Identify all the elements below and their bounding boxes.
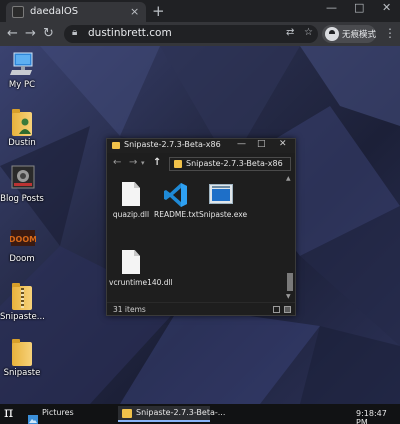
- clock: 9:18:47 PM: [356, 409, 387, 424]
- menu-icon[interactable]: ⋮: [384, 26, 396, 40]
- status-bar: 31 items: [107, 302, 295, 315]
- url-text[interactable]: dustinbrett.com: [88, 27, 172, 39]
- desktop-icon-label: Dustin: [8, 138, 36, 148]
- maximize-button[interactable]: □: [354, 1, 364, 14]
- folder-icon: [112, 142, 120, 149]
- lock-icon[interactable]: 🔒︎: [72, 27, 77, 38]
- desktop-icon-dustin[interactable]: Dustin: [0, 108, 44, 148]
- new-tab-button[interactable]: +: [152, 2, 165, 20]
- taskbar-item-label: Snipaste-2.7.3-Beta-...: [136, 408, 226, 417]
- window-titlebar[interactable]: Snipaste-2.7.3-Beta-x86 — □ ✕: [107, 139, 295, 153]
- history-dropdown-icon[interactable]: ▾: [141, 159, 145, 167]
- scroll-thumb[interactable]: [287, 273, 293, 291]
- desktop-icon-label: Snipaste: [3, 368, 41, 378]
- file-label: vcruntime140.dll: [109, 278, 173, 287]
- profile-label: 无痕模式: [342, 30, 377, 40]
- tab-close-button[interactable]: ×: [130, 5, 139, 18]
- desktop-icon-snipaste-folder[interactable]: Snipaste: [0, 338, 44, 378]
- desktop-icon-blog-posts[interactable]: Blog Posts: [0, 164, 44, 204]
- file-label: Snipaste.exe: [199, 210, 248, 219]
- details-view-icon[interactable]: [273, 306, 280, 313]
- browser-toolbar: ← → ↻ 🔒︎ dustinbrett.com ⇄ ☆ 无痕模式 ⋮: [0, 22, 400, 46]
- forward-icon[interactable]: →: [129, 157, 137, 168]
- icons-view-icon[interactable]: [284, 306, 291, 313]
- back-icon[interactable]: ←: [7, 26, 18, 41]
- file-item[interactable]: quazip.dll: [109, 181, 153, 219]
- desktop-icon-label: Snipaste...: [0, 312, 45, 322]
- desktop-icon-doom[interactable]: DOOM Doom: [0, 224, 44, 264]
- scrollbar[interactable]: ▲ ▼: [285, 175, 295, 301]
- desktop-icon-snipaste-zip[interactable]: Snipaste...: [0, 282, 45, 322]
- close-window-button[interactable]: ✕: [382, 1, 391, 14]
- taskbar-item-label: Pictures: [42, 408, 74, 417]
- tab-strip: daedalOS × + — □ ✕: [0, 0, 400, 22]
- bookmark-star-icon[interactable]: ☆: [304, 27, 313, 38]
- start-button[interactable]: π: [4, 405, 13, 421]
- computer-icon: [10, 50, 34, 78]
- folder-icon: [174, 160, 182, 168]
- folder-icon: [122, 409, 132, 418]
- back-icon[interactable]: ←: [113, 157, 121, 168]
- tab-daedalos[interactable]: daedalOS ×: [6, 2, 146, 22]
- zip-folder-icon: [10, 282, 34, 310]
- tab-title: daedalOS: [30, 6, 79, 17]
- folder-icon: [10, 338, 34, 366]
- maximize-button[interactable]: □: [257, 139, 266, 149]
- file-item[interactable]: vcruntime140.dll: [109, 249, 173, 287]
- taskbar-item-snipaste[interactable]: Snipaste-2.7.3-Beta-...: [118, 406, 225, 422]
- file-item[interactable]: Snipaste.exe: [199, 181, 248, 219]
- svg-text:DOOM: DOOM: [10, 235, 36, 244]
- vscode-file-icon: [163, 181, 189, 209]
- translate-icon[interactable]: ⇄: [286, 27, 294, 38]
- address-field[interactable]: Snipaste-2.7.3-Beta-x86: [169, 157, 291, 171]
- file-label: quazip.dll: [112, 210, 150, 219]
- file-label: README.txt: [154, 210, 199, 219]
- browser-chrome: daedalOS × + — □ ✕ ← → ↻ 🔒︎ dustinbrett.…: [0, 0, 400, 46]
- window-title: Snipaste-2.7.3-Beta-x86: [124, 140, 221, 149]
- file-item[interactable]: README.txt: [154, 181, 199, 219]
- address-text[interactable]: Snipaste-2.7.3-Beta-x86: [186, 159, 283, 168]
- desktop-icon-my-pc[interactable]: My PC: [0, 50, 44, 90]
- address-bar[interactable]: 🔒︎ dustinbrett.com ⇄ ☆: [64, 25, 318, 43]
- forward-icon[interactable]: →: [25, 26, 36, 41]
- item-count: 31 items: [113, 305, 146, 314]
- user-folder-icon: [10, 108, 34, 136]
- desktop-icon-label: Blog Posts: [0, 194, 44, 204]
- up-icon[interactable]: ↑: [153, 157, 161, 168]
- scroll-up-icon[interactable]: ▲: [286, 175, 291, 182]
- exe-file-icon: [208, 181, 234, 209]
- incognito-icon: [325, 27, 339, 41]
- file-explorer-window[interactable]: Snipaste-2.7.3-Beta-x86 — □ ✕ ← → ▾ ↑ Sn…: [106, 138, 296, 316]
- dll-file-icon: [118, 249, 144, 277]
- desktop-icon-label: My PC: [8, 80, 36, 90]
- scroll-down-icon[interactable]: ▼: [286, 293, 291, 300]
- file-list[interactable]: quazip.dll README.txt Snipaste.exe vcrun…: [107, 175, 285, 301]
- dll-file-icon: [118, 181, 144, 209]
- incognito-profile-button[interactable]: 无痕模式: [322, 25, 376, 43]
- minimize-button[interactable]: —: [237, 139, 246, 149]
- doom-icon: DOOM: [9, 224, 37, 252]
- taskbar-item-pictures[interactable]: Pictures: [24, 406, 116, 424]
- reload-icon[interactable]: ↻: [43, 26, 54, 41]
- close-button[interactable]: ✕: [279, 139, 287, 149]
- pictures-icon: [28, 409, 38, 424]
- explorer-navbar: ← → ▾ ↑ Snipaste-2.7.3-Beta-x86: [107, 155, 295, 173]
- taskbar: π Pictures Snipaste-2.7.3-Beta-... 9:18:…: [0, 404, 400, 424]
- favicon-icon: [12, 6, 24, 18]
- blog-icon: [10, 164, 35, 192]
- desktop-icon-label: Doom: [9, 254, 35, 264]
- minimize-button[interactable]: —: [326, 1, 337, 14]
